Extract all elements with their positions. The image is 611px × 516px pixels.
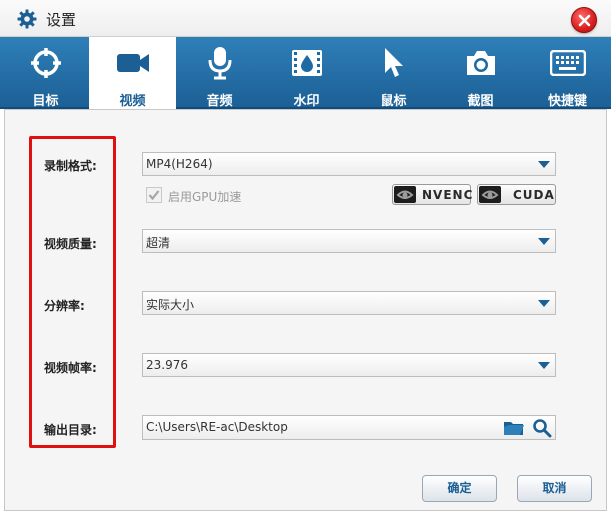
tab-mouse[interactable]: 鼠标 [350, 37, 437, 109]
tab-hotkeys[interactable]: 快捷键 [524, 37, 611, 109]
nvidia-logo-icon [394, 186, 416, 203]
nvenc-badge: NVENC [392, 184, 474, 205]
browse-search-button[interactable] [532, 418, 552, 438]
ok-button[interactable]: 确定 [422, 475, 497, 502]
framerate-dropdown[interactable]: 23.976 [142, 353, 556, 377]
record-format-dropdown[interactable]: MP4(H264) [142, 152, 556, 176]
gear-icon [17, 9, 37, 29]
tab-label: 截图 [467, 94, 494, 109]
quality-value: 超清 [146, 236, 171, 250]
framerate-value: 23.976 [146, 358, 188, 372]
tab-label: 视频 [119, 94, 146, 109]
resolution-value: 实际大小 [146, 298, 195, 312]
mouse-cursor-icon [350, 45, 437, 81]
chevron-down-icon [538, 362, 550, 369]
tab-target[interactable]: 目标 [2, 37, 89, 109]
tab-label: 音频 [206, 94, 233, 109]
tab-watermark[interactable]: 水印 [263, 37, 350, 109]
tab-label: 目标 [32, 94, 59, 109]
checkmark-icon [148, 190, 160, 201]
open-folder-button[interactable] [503, 419, 525, 437]
film-watermark-icon [263, 45, 350, 81]
camera-icon [437, 45, 524, 81]
tab-label: 鼠标 [380, 94, 407, 109]
cuda-badge: CUDA [477, 184, 556, 205]
cancel-button[interactable]: 取消 [517, 475, 592, 502]
resolution-dropdown[interactable]: 实际大小 [142, 291, 556, 315]
search-icon [533, 419, 552, 438]
tab-audio[interactable]: 音频 [176, 37, 263, 109]
highlight-box [29, 136, 116, 448]
tab-screenshot[interactable]: 截图 [437, 37, 524, 109]
title-bar: 设置 [0, 0, 611, 37]
keyboard-icon [524, 45, 611, 81]
close-icon [578, 14, 591, 27]
chevron-down-icon [538, 161, 550, 168]
output-dir-field [142, 415, 556, 440]
tab-bar: 目标 视频 音频 水印 鼠标 截图 快捷键 [0, 37, 611, 109]
chevron-down-icon [538, 238, 550, 245]
nvenc-label: NVENC [422, 188, 474, 202]
quality-dropdown[interactable]: 超清 [142, 229, 556, 253]
cuda-label: CUDA [513, 188, 555, 202]
video-camera-icon [89, 45, 176, 81]
tab-label: 水印 [293, 94, 320, 109]
crosshair-icon [2, 45, 89, 81]
gpu-acceleration-label: 启用GPU加速 [168, 190, 242, 204]
tab-video[interactable]: 视频 [89, 37, 176, 109]
tab-label: 快捷键 [547, 94, 587, 109]
close-button[interactable] [571, 7, 597, 33]
folder-icon [504, 422, 524, 435]
chevron-down-icon [538, 300, 550, 307]
microphone-icon [176, 45, 263, 81]
output-dir-input[interactable] [146, 420, 496, 434]
nvidia-logo-icon [479, 186, 501, 203]
window-title: 设置 [46, 11, 77, 29]
gpu-acceleration-checkbox[interactable] [146, 187, 162, 203]
record-format-value: MP4(H264) [146, 157, 213, 171]
